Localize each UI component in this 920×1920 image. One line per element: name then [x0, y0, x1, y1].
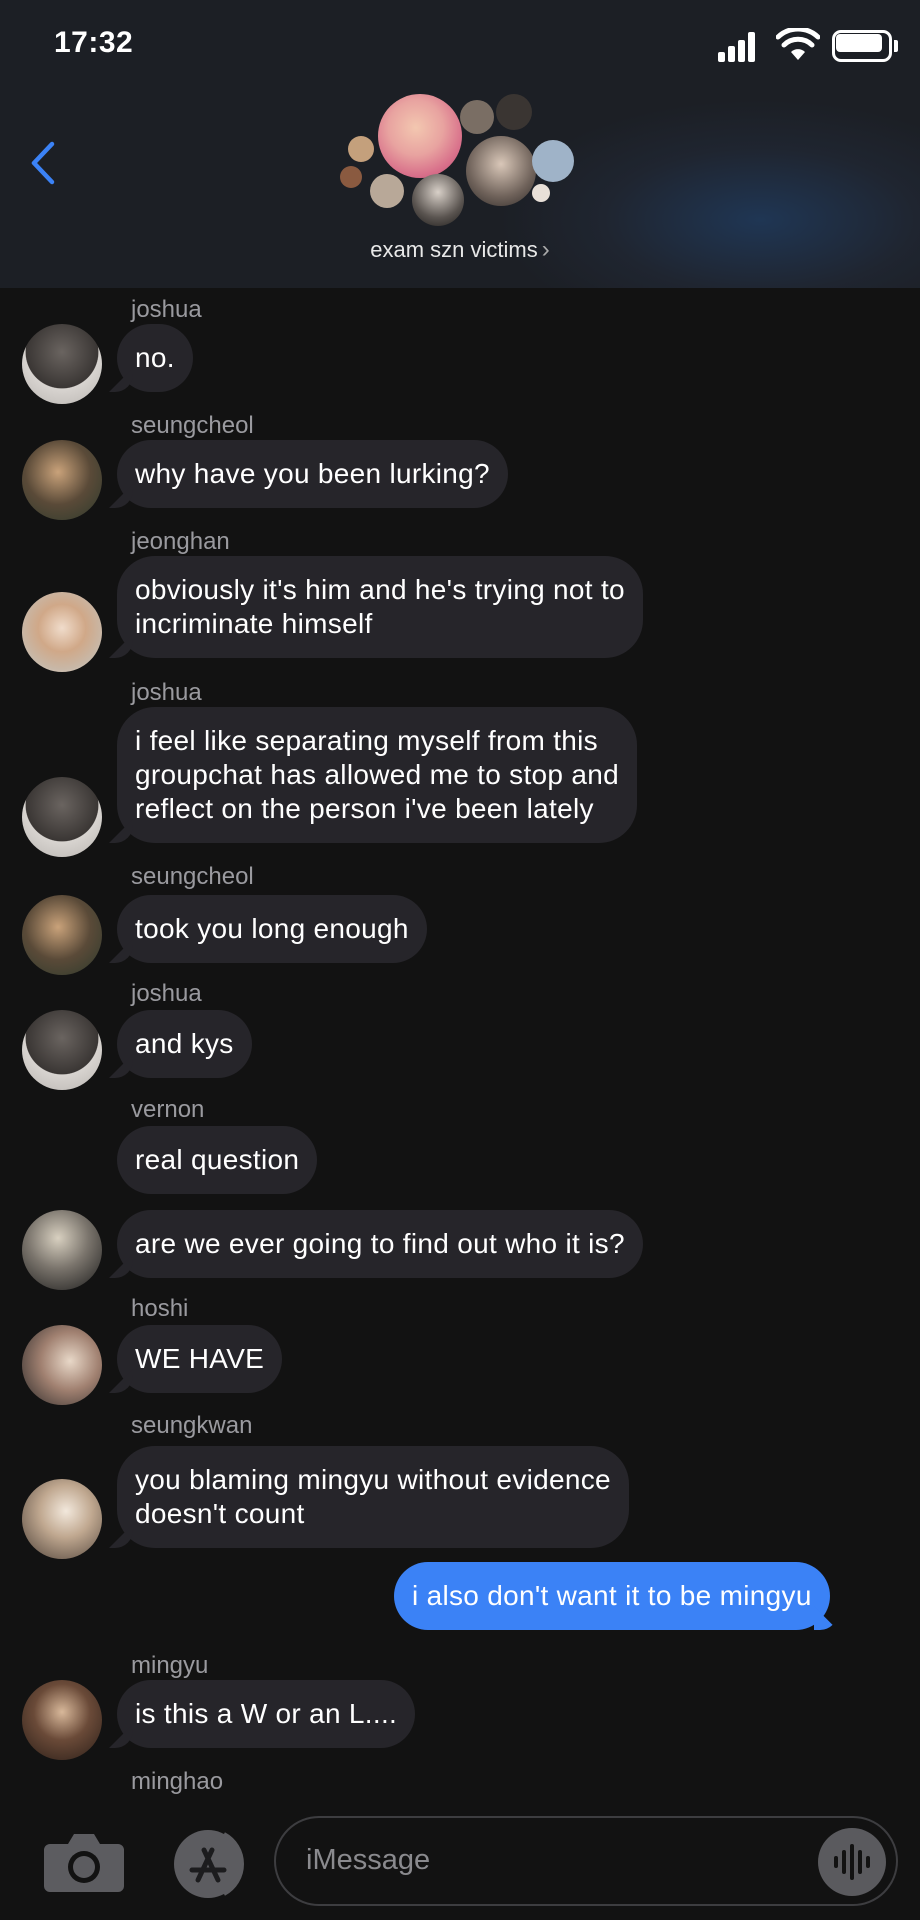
group-name-text: exam szn victims	[370, 237, 538, 262]
status-bar: 17:32	[0, 0, 920, 90]
group-avatar-cluster[interactable]	[336, 90, 586, 240]
message-bubble[interactable]: i feel like separating myself from this …	[117, 707, 637, 843]
message-bubble[interactable]: no.	[117, 324, 193, 392]
avatar	[22, 324, 102, 404]
avatar	[22, 1325, 102, 1405]
message-text: WE HAVE	[135, 1343, 265, 1374]
message-bubble[interactable]: WE HAVE	[117, 1325, 283, 1393]
message-text: real question	[135, 1144, 300, 1175]
app-store-icon[interactable]	[168, 1828, 254, 1900]
sender-name: joshua	[131, 296, 202, 323]
message-line: incriminate himself	[135, 608, 373, 639]
group-avatar	[412, 174, 464, 226]
message-text: no.	[135, 342, 175, 373]
message-bubble[interactable]: why have you been lurking?	[117, 440, 508, 508]
conversation-header: 17:32 exam szn victims ›	[0, 0, 920, 288]
avatar	[22, 777, 102, 857]
message-text: is this a W or an L....	[135, 1698, 398, 1729]
avatar	[22, 1210, 102, 1290]
imessage-input[interactable]: iMessage	[274, 1816, 898, 1906]
avatar	[22, 1479, 102, 1559]
message-text: are we ever going to find out who it is?	[135, 1228, 625, 1259]
sender-name: vernon	[131, 1096, 205, 1123]
group-avatar	[370, 174, 404, 208]
message-bubble[interactable]: took you long enough	[117, 895, 427, 963]
sender-name: seungkwan	[131, 1412, 253, 1439]
group-avatar	[466, 136, 536, 206]
avatar	[22, 1010, 102, 1090]
message-list[interactable]: joshua no. seungcheol why have you been …	[0, 288, 920, 1808]
group-avatar	[460, 100, 494, 134]
message-text: why have you been lurking?	[135, 458, 490, 489]
message-bubble[interactable]: are we ever going to find out who it is?	[117, 1210, 643, 1278]
message-line: reflect on the person i've been lately	[135, 793, 594, 824]
message-text: took you long enough	[135, 913, 409, 944]
group-avatar	[496, 94, 532, 130]
chevron-right-icon: ›	[541, 236, 550, 263]
message-bubble[interactable]: real question	[117, 1126, 318, 1194]
sender-name: joshua	[131, 679, 202, 706]
battery-icon	[832, 30, 898, 62]
message-bubble[interactable]: you blaming mingyu without evidence does…	[117, 1446, 629, 1548]
group-avatar	[348, 136, 374, 162]
group-avatar-main	[378, 94, 462, 178]
status-time: 17:32	[54, 26, 134, 59]
message-line: obviously it's him and he's trying not t…	[135, 574, 625, 605]
message-text: and kys	[135, 1028, 234, 1059]
imessage-placeholder: iMessage	[306, 1844, 431, 1876]
message-bubble[interactable]: is this a W or an L....	[117, 1680, 416, 1748]
message-line: i feel like separating myself from this	[135, 725, 598, 756]
outgoing-message-bubble[interactable]: i also don't want it to be mingyu	[394, 1562, 830, 1630]
group-avatar	[532, 184, 550, 202]
group-avatar	[340, 166, 362, 188]
sender-name: seungcheol	[131, 412, 254, 439]
avatar	[22, 592, 102, 672]
avatar	[22, 895, 102, 975]
sender-name: seungcheol	[131, 863, 254, 890]
audio-message-icon[interactable]	[818, 1828, 886, 1896]
sender-name: hoshi	[131, 1295, 189, 1322]
message-bubble[interactable]: obviously it's him and he's trying not t…	[117, 556, 643, 658]
sender-name: minghao	[131, 1768, 224, 1795]
chevron-left-icon[interactable]	[24, 138, 64, 188]
message-text: i also don't want it to be mingyu	[412, 1580, 812, 1611]
message-bubble[interactable]: and kys	[117, 1010, 252, 1078]
message-line: groupchat has allowed me to stop and	[135, 759, 619, 790]
sender-name: jeonghan	[131, 528, 230, 555]
message-line: you blaming mingyu without evidence	[135, 1464, 611, 1495]
avatar	[22, 440, 102, 520]
group-avatar	[532, 140, 574, 182]
wifi-icon	[776, 28, 820, 60]
camera-icon[interactable]	[42, 1830, 126, 1894]
avatar	[22, 1680, 102, 1760]
cellular-signal-icon	[718, 32, 758, 62]
message-line: doesn't count	[135, 1498, 305, 1529]
sender-name: mingyu	[131, 1652, 209, 1679]
sender-name: joshua	[131, 980, 202, 1007]
compose-bar: iMessage	[0, 1808, 920, 1920]
group-name[interactable]: exam szn victims ›	[0, 236, 920, 264]
